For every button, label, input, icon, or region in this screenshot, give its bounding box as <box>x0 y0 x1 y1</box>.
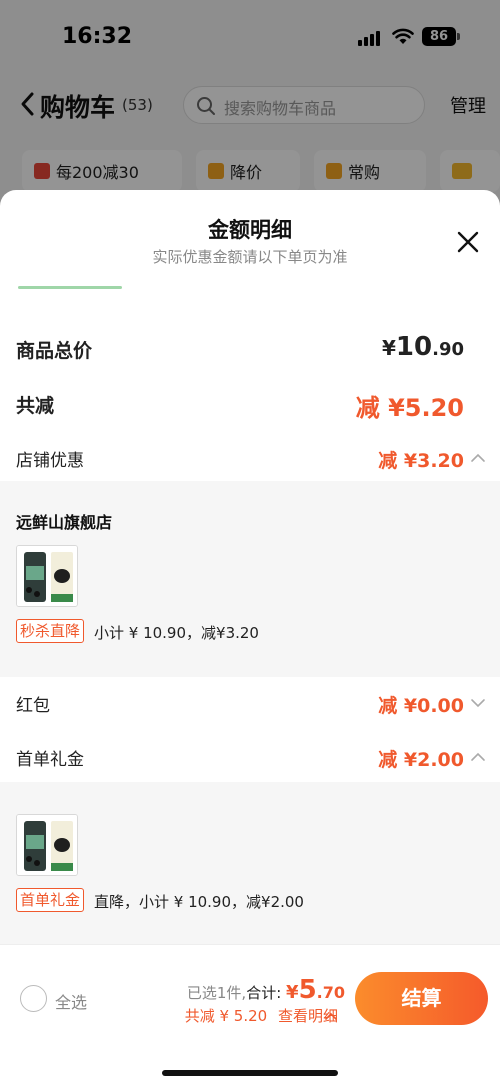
product-image-icon <box>17 546 77 606</box>
store-discount-panel: 远鲜山旗舰店 秒杀直降 小计 ¥ 10.90，减¥3.20 <box>0 481 500 677</box>
product-image-icon <box>17 815 77 875</box>
sheet-title: 金额明细 <box>208 218 292 242</box>
red-packet-row[interactable]: 红包 减 ¥0.00 <box>0 685 500 725</box>
first-order-tag: 首单礼金 <box>16 888 85 912</box>
product-thumbnail[interactable] <box>16 814 78 876</box>
scroll-fade-strip <box>18 286 122 289</box>
checkout-bar: 全选 已选1件,合计: ¥5.70 共减 ¥ 5.20 查看明细 结算 <box>0 944 500 1084</box>
close-icon[interactable] <box>456 230 480 254</box>
select-all-checkbox[interactable] <box>20 985 47 1012</box>
total-discount-label: 共减 <box>16 395 55 417</box>
sum-label: 合计: <box>246 984 282 1002</box>
store-discount-label: 店铺优惠 <box>16 451 84 471</box>
store-name: 远鲜山旗舰店 <box>16 513 113 532</box>
home-indicator <box>162 1070 338 1076</box>
first-order-label: 首单礼金 <box>16 750 84 770</box>
product-thumbnail[interactable] <box>16 545 78 607</box>
flash-sale-tag: 秒杀直降 <box>16 619 85 643</box>
selected-count: 已选1件, <box>186 984 247 1002</box>
total-price-value: ¥10.90 <box>382 332 464 362</box>
discount-summary[interactable]: 共减 ¥ 5.20 查看明细 <box>185 1005 338 1026</box>
sum-currency: ¥ <box>286 982 299 1003</box>
checkout-button[interactable]: 结算 <box>355 972 488 1025</box>
total-price-row: 商品总价 ¥10.90 <box>0 330 500 370</box>
discount-summary-text: 共减 ¥ 5.20 <box>184 1007 268 1025</box>
first-order-subtotal-text: 直降，小计 ¥ 10.90，减¥2.00 <box>94 893 304 911</box>
total-price-label: 商品总价 <box>16 340 93 362</box>
sheet-subtitle: 实际优惠金额请以下单页为准 <box>152 248 348 266</box>
total-discount-row: 共减 减 ¥5.20 <box>0 385 500 425</box>
first-order-row[interactable]: 首单礼金 减 ¥2.00 <box>0 739 500 779</box>
sum-integer: 5 <box>298 975 317 1005</box>
store-discount-value: 减 ¥3.20 <box>378 450 464 472</box>
store-discount-row[interactable]: 店铺优惠 减 ¥3.20 <box>0 440 500 480</box>
chevron-up-icon[interactable] <box>470 450 486 466</box>
chevron-up-icon[interactable] <box>324 1009 338 1023</box>
selected-summary: 已选1件,合计: ¥5.70 <box>187 975 345 1005</box>
store-subtotal-text: 小计 ¥ 10.90，减¥3.20 <box>94 624 259 642</box>
red-packet-label: 红包 <box>16 696 50 716</box>
select-all-label[interactable]: 全选 <box>55 989 87 1013</box>
total-discount-value: 减 ¥5.20 <box>355 394 464 422</box>
red-packet-value: 减 ¥0.00 <box>378 695 464 717</box>
chevron-down-icon[interactable] <box>470 695 486 711</box>
first-order-panel: 首单礼金 直降，小计 ¥ 10.90，减¥2.00 <box>0 782 500 944</box>
first-order-value: 减 ¥2.00 <box>378 749 464 771</box>
chevron-up-icon[interactable] <box>470 749 486 765</box>
sum-decimal: .70 <box>316 983 345 1002</box>
